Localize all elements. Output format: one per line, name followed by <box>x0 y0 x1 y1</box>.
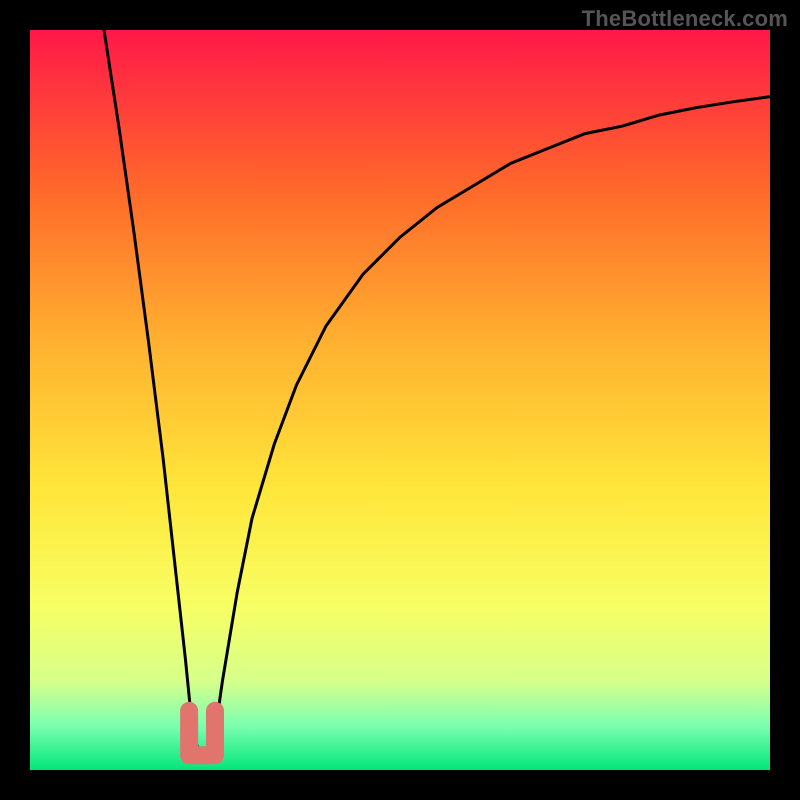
gradient-background <box>30 30 770 770</box>
bottleneck-chart <box>30 30 770 770</box>
watermark-text: TheBottleneck.com <box>582 6 788 32</box>
plot-area <box>30 30 770 770</box>
chart-frame: TheBottleneck.com <box>0 0 800 800</box>
